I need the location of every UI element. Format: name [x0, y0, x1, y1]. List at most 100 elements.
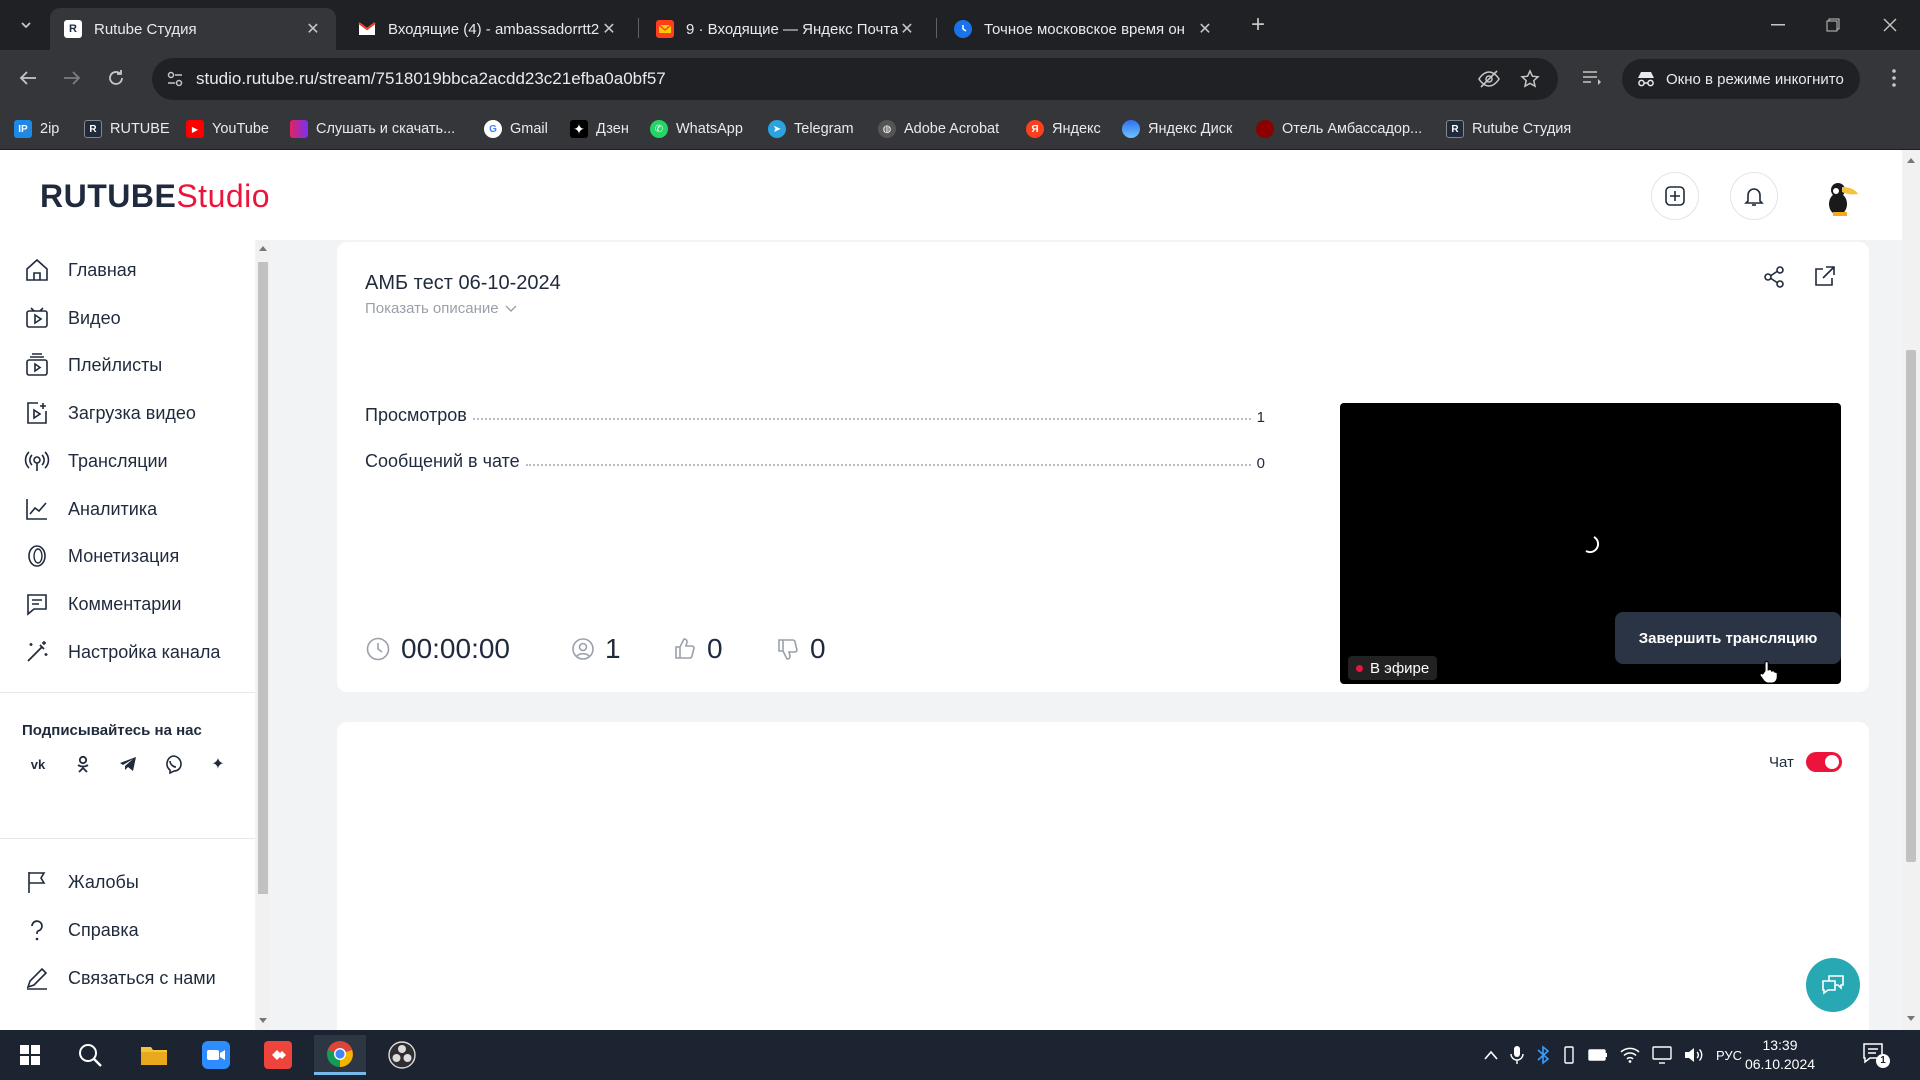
- bookmark-whatsapp[interactable]: ✆ WhatsApp: [650, 118, 743, 140]
- rutube-favicon-icon: R: [64, 20, 82, 38]
- sidebar-item-analytics[interactable]: Аналитика: [24, 494, 157, 524]
- tab-search-icon[interactable]: [8, 7, 44, 43]
- sidebar-item-comments[interactable]: Комментарии: [24, 589, 181, 619]
- sidebar-scrollbar[interactable]: [256, 240, 270, 1030]
- tab-gmail[interactable]: Входящие (4) - ambassadorrtt2 ✕: [344, 8, 632, 50]
- media-controls-icon[interactable]: [1574, 60, 1610, 96]
- bookmark-yandex-disk[interactable]: Яндекс Диск: [1122, 118, 1232, 140]
- sidebar-item-video[interactable]: Видео: [24, 303, 121, 333]
- tab-rutube-studio[interactable]: R Rutube Студия ✕: [50, 8, 336, 50]
- scroll-up-icon[interactable]: [1907, 158, 1915, 163]
- sidebar-item-upload[interactable]: Загрузка видео: [24, 398, 196, 428]
- chrome-icon[interactable]: [314, 1035, 366, 1075]
- viber-icon[interactable]: [157, 748, 189, 780]
- sidebar-item-help[interactable]: Справка: [24, 915, 139, 945]
- bookmarks-bar: IP 2ip R RUTUBE ▶ YouTube Слушать и скачать…: [0, 108, 1920, 150]
- windows-start-icon[interactable]: [4, 1035, 56, 1075]
- notifications-button[interactable]: [1730, 172, 1778, 220]
- obs-icon[interactable]: [376, 1035, 428, 1075]
- eye-off-icon[interactable]: [1478, 69, 1500, 89]
- bookmark-2ip[interactable]: IP 2ip: [14, 118, 59, 140]
- taskbar-clock[interactable]: 13:39 06.10.2024: [1740, 1036, 1820, 1074]
- new-tab-plus-icon[interactable]: +: [1240, 7, 1276, 43]
- dzen-star-icon: ✦: [570, 120, 588, 138]
- bookmark-music[interactable]: Слушать и скачать...: [290, 118, 455, 140]
- end-broadcast-button[interactable]: Завершить трансляцию: [1615, 612, 1841, 664]
- show-description-toggle[interactable]: Показать описание: [365, 300, 517, 317]
- notification-center[interactable]: 1: [1862, 1042, 1890, 1068]
- upload-icon: [27, 402, 47, 424]
- window-close-icon[interactable]: [1872, 7, 1908, 43]
- bookmark-adobe-acrobat[interactable]: ◍ Adobe Acrobat: [878, 118, 999, 140]
- forward-arrow-icon[interactable]: [54, 60, 90, 96]
- close-icon[interactable]: ✕: [1196, 19, 1214, 39]
- telegram-icon[interactable]: [112, 748, 144, 780]
- battery-icon[interactable]: [1588, 1049, 1608, 1061]
- avatar[interactable]: [1816, 174, 1862, 220]
- external-link-icon[interactable]: [1811, 264, 1837, 290]
- yandex-mail-favicon-icon: [656, 20, 674, 38]
- support-chat-button[interactable]: [1806, 958, 1860, 1012]
- close-icon[interactable]: ✕: [304, 19, 322, 39]
- bookmark-gmail[interactable]: G Gmail: [484, 118, 548, 140]
- bookmark-rutube[interactable]: R RUTUBE: [84, 118, 170, 140]
- page-scrollbar[interactable]: [1902, 150, 1920, 1030]
- vk-icon[interactable]: vk: [22, 748, 54, 780]
- sidebar-divider: [0, 692, 255, 693]
- close-icon[interactable]: ✕: [898, 19, 916, 39]
- file-explorer-icon[interactable]: [128, 1035, 180, 1075]
- dzen-icon[interactable]: ✦: [202, 748, 234, 780]
- sidebar-item-home[interactable]: Главная: [24, 255, 137, 285]
- sidebar-item-channel-settings[interactable]: Настройка канала: [24, 637, 220, 667]
- tab-moscow-time[interactable]: Точное московское время он ✕: [940, 8, 1228, 50]
- site-settings-icon[interactable]: [166, 70, 184, 88]
- page-scroll-thumb[interactable]: [1906, 350, 1916, 862]
- scroll-down-icon[interactable]: [259, 1018, 267, 1023]
- bookmark-dzen[interactable]: ✦ Дзен: [570, 118, 629, 140]
- duration-metric: 00:00:00: [365, 632, 510, 666]
- bookmark-yandex[interactable]: Я Яндекс: [1026, 118, 1101, 140]
- gmail-favicon-icon: [358, 20, 376, 38]
- share-icon[interactable]: [1761, 264, 1787, 290]
- tray-chevron-up-icon[interactable]: [1484, 1050, 1498, 1060]
- odnoklassniki-icon[interactable]: [67, 748, 99, 780]
- wifi-icon[interactable]: [1620, 1047, 1640, 1063]
- bookmark-star-icon[interactable]: [1520, 69, 1540, 89]
- create-button[interactable]: [1651, 172, 1699, 220]
- microphone-icon[interactable]: [1510, 1045, 1524, 1065]
- tab-yandex-mail[interactable]: 9 · Входящие — Яндекс Почта ✕: [642, 8, 930, 50]
- sidebar-scroll-thumb[interactable]: [258, 262, 268, 894]
- close-icon[interactable]: ✕: [600, 19, 618, 39]
- incognito-icon: [1638, 72, 1654, 87]
- reload-icon[interactable]: [98, 60, 134, 96]
- back-arrow-icon[interactable]: [10, 60, 46, 96]
- sidebar-item-playlists[interactable]: Плейлисты: [24, 350, 162, 380]
- sidebar-item-contact[interactable]: Связаться с нами: [24, 963, 216, 993]
- sidebar-item-monetization[interactable]: Монетизация: [24, 541, 179, 571]
- sidebar-item-broadcasts[interactable]: Трансляции: [24, 446, 168, 476]
- address-bar[interactable]: studio.rutube.ru/stream/7518019bbca2acdd…: [152, 58, 1558, 100]
- bookmark-telegram[interactable]: ➤ Telegram: [768, 118, 854, 140]
- volume-icon[interactable]: [1684, 1047, 1704, 1063]
- incognito-indicator[interactable]: Окно в режиме инкогнито: [1622, 59, 1860, 99]
- anydesk-icon[interactable]: [252, 1035, 304, 1075]
- sidebar-item-complaints[interactable]: Жалобы: [24, 867, 139, 897]
- language-indicator[interactable]: РУС: [1716, 1048, 1742, 1063]
- rutube-studio-logo[interactable]: RUTUBEStudio: [40, 178, 270, 215]
- window-restore-icon[interactable]: [1815, 7, 1851, 43]
- browser-menu-icon[interactable]: [1876, 60, 1912, 96]
- bookmark-hotel[interactable]: Отель Амбассадор...: [1256, 118, 1422, 140]
- window-minimize-icon[interactable]: [1760, 7, 1796, 43]
- scroll-down-icon[interactable]: [1907, 1016, 1915, 1021]
- hotel-icon: [1256, 120, 1274, 138]
- search-icon[interactable]: [64, 1035, 116, 1075]
- bookmark-rutube-studio[interactable]: R Rutube Студия: [1446, 118, 1571, 140]
- contact-icon: [26, 967, 48, 990]
- display-icon[interactable]: [1652, 1046, 1672, 1064]
- bookmark-youtube[interactable]: ▶ YouTube: [186, 118, 269, 140]
- scroll-up-icon[interactable]: [259, 246, 267, 251]
- zoom-app-icon[interactable]: [190, 1035, 242, 1075]
- chat-toggle[interactable]: [1805, 752, 1842, 772]
- usb-device-icon[interactable]: [1562, 1045, 1576, 1065]
- bluetooth-icon[interactable]: [1536, 1045, 1550, 1065]
